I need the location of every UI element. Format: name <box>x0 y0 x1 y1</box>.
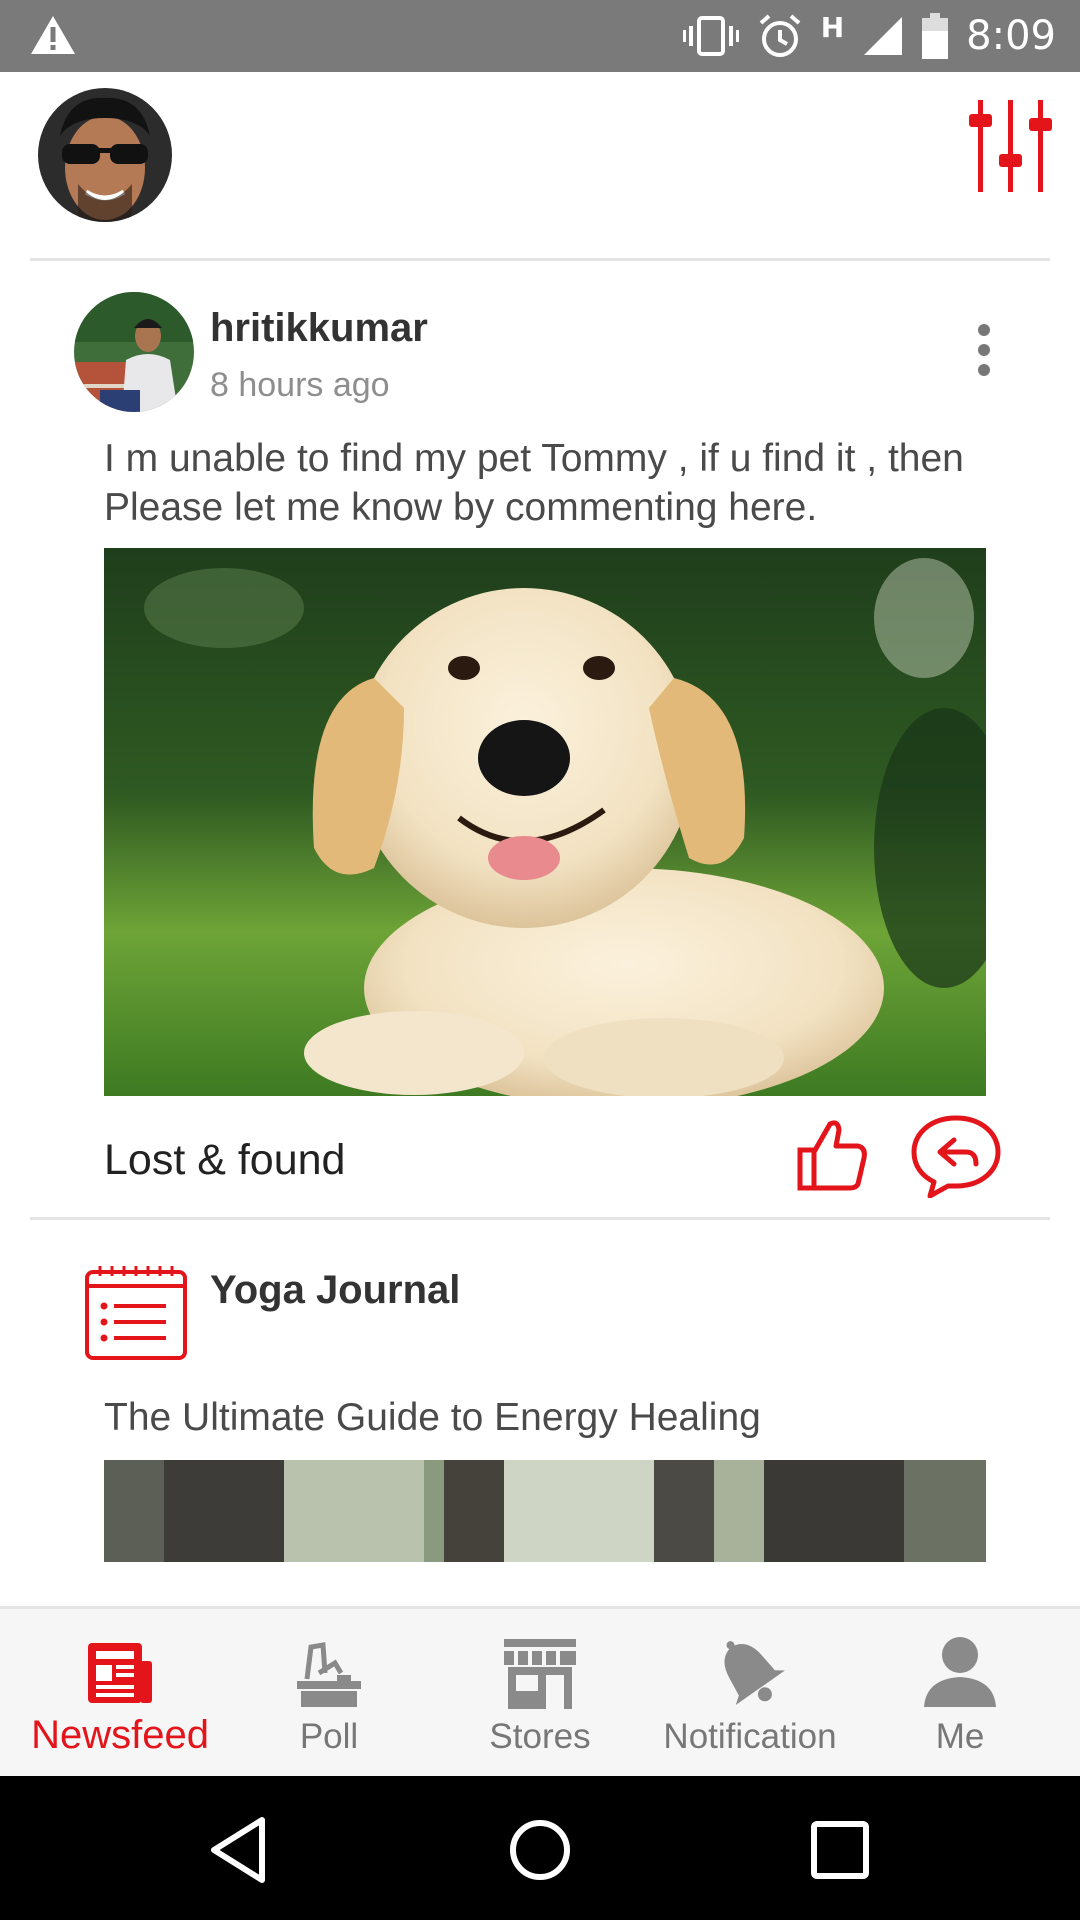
article-source[interactable]: Yoga Journal <box>210 1268 460 1313</box>
more-options-icon[interactable] <box>964 320 1004 380</box>
tab-label: Stores <box>489 1717 591 1756</box>
system-nav-bar <box>0 1776 1080 1920</box>
article-image[interactable] <box>104 1460 986 1562</box>
network-type: H <box>820 10 845 44</box>
back-icon[interactable] <box>202 1812 278 1888</box>
tab-label: Me <box>935 1717 985 1756</box>
app-header <box>0 72 1080 260</box>
post-category: Lost & found <box>104 1136 346 1184</box>
recents-icon[interactable] <box>802 1812 878 1888</box>
tab-me[interactable]: Me <box>852 1609 1068 1779</box>
alarm-icon <box>759 14 801 57</box>
tab-notification[interactable]: Notification <box>642 1609 858 1779</box>
signal-icon <box>864 17 903 55</box>
tab-newsfeed[interactable]: Newsfeed <box>12 1609 228 1779</box>
tab-label: Notification <box>663 1717 837 1756</box>
status-bar: H 8:09 <box>0 0 1080 72</box>
newspaper-icon <box>88 1643 152 1703</box>
tab-stores[interactable]: Stores <box>432 1609 648 1779</box>
article-headline[interactable]: The Ultimate Guide to Energy Healing <box>104 1396 761 1440</box>
tab-label: Poll <box>299 1717 359 1756</box>
article-card[interactable]: Yoga Journal The Ultimate Guide to Energ… <box>0 1222 1080 1562</box>
post-text: I m unable to find my pet Tommy , if u f… <box>104 437 964 529</box>
ballot-box-icon <box>297 1642 361 1707</box>
divider <box>30 1217 1050 1220</box>
home-icon[interactable] <box>502 1812 578 1888</box>
comment-reply-icon[interactable] <box>910 1114 1002 1198</box>
profile-avatar[interactable] <box>38 88 172 222</box>
post-author-name[interactable]: hritikkumar <box>210 306 428 351</box>
post-image[interactable] <box>104 548 986 1096</box>
like-thumbs-up-icon[interactable] <box>796 1118 868 1192</box>
warning-icon <box>31 16 75 54</box>
post-card[interactable]: hritikkumar 8 hours ago I m unable to fi… <box>0 262 1080 1217</box>
store-icon <box>504 1639 576 1709</box>
person-icon <box>924 1637 996 1707</box>
tab-poll[interactable]: Poll <box>221 1609 437 1779</box>
battery-icon <box>922 13 949 59</box>
bell-icon <box>724 1641 785 1705</box>
bottom-tab-bar: Newsfeed Poll Stores Notification Me <box>0 1606 1080 1776</box>
tab-label: Newsfeed <box>31 1713 209 1757</box>
clock: 8:09 <box>966 13 1056 59</box>
filter-settings-icon[interactable] <box>966 100 1054 192</box>
post-timestamp: 8 hours ago <box>210 366 390 404</box>
vibrate-icon <box>682 16 739 56</box>
journal-list-icon <box>85 1266 187 1360</box>
divider <box>30 258 1050 261</box>
post-author-avatar[interactable] <box>74 292 194 412</box>
